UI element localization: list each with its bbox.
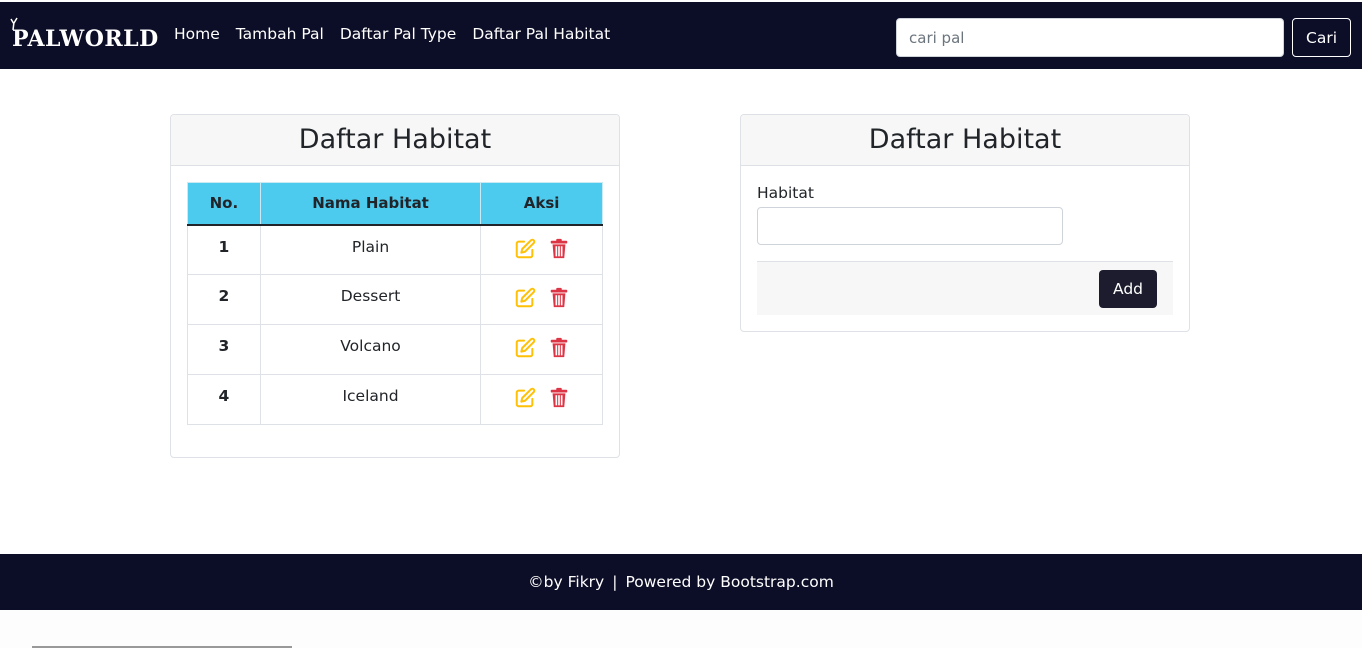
form-footer: Add xyxy=(757,261,1173,315)
table-row: 1 Plain xyxy=(187,224,603,275)
brand-text: PALWORLD xyxy=(12,26,159,52)
row-actions xyxy=(480,374,603,425)
bottom-strip xyxy=(0,610,1362,648)
nav-link-home[interactable]: Home xyxy=(174,25,220,43)
habitat-form-card: Daftar Habitat Habitat Add xyxy=(740,114,1190,332)
footer: ©by Fikry | Powered by Bootstrap.com xyxy=(0,554,1362,610)
table-row: 3 Volcano xyxy=(187,324,603,375)
nav-link-daftar-pal-habitat[interactable]: Daftar Pal Habitat xyxy=(472,25,610,43)
habitat-list-card: Daftar Habitat No. Nama Habitat Aksi 1 P… xyxy=(170,114,620,458)
table-header-row: No. Nama Habitat Aksi xyxy=(187,182,603,226)
row-number: 3 xyxy=(187,324,261,375)
edit-icon[interactable] xyxy=(514,238,536,260)
habitat-input[interactable] xyxy=(757,207,1063,245)
nav-links: Home Tambah Pal Daftar Pal Type Daftar P… xyxy=(174,25,610,43)
edit-icon[interactable] xyxy=(514,387,536,409)
row-number: 2 xyxy=(187,274,261,325)
habitat-field-label: Habitat xyxy=(757,184,814,202)
column-header-aksi: Aksi xyxy=(480,182,603,226)
habitat-list-title: Daftar Habitat xyxy=(171,115,619,166)
table-row: 4 Iceland xyxy=(187,374,603,425)
habitat-name: Iceland xyxy=(259,374,482,425)
trash-icon[interactable] xyxy=(548,387,570,409)
table-row: 2 Dessert xyxy=(187,274,603,325)
edit-icon[interactable] xyxy=(514,287,536,309)
column-header-no: No. xyxy=(187,182,261,226)
trash-icon[interactable] xyxy=(548,287,570,309)
nav-link-tambah-pal[interactable]: Tambah Pal xyxy=(236,25,324,43)
column-header-nama-habitat: Nama Habitat xyxy=(259,182,482,226)
row-number: 4 xyxy=(187,374,261,425)
row-actions xyxy=(480,224,603,275)
search-button[interactable]: Cari xyxy=(1292,18,1351,57)
trash-icon[interactable] xyxy=(548,238,570,260)
search-input[interactable] xyxy=(896,18,1284,57)
footer-powered: Powered by Bootstrap.com xyxy=(625,573,834,591)
habitat-name: Dessert xyxy=(259,274,482,325)
footer-credit: ©by Fikry xyxy=(528,573,605,591)
brand-logo[interactable]: PALWORLD xyxy=(10,17,158,54)
edit-icon[interactable] xyxy=(514,337,536,359)
add-button[interactable]: Add xyxy=(1099,270,1157,308)
habitat-table: No. Nama Habitat Aksi 1 Plain 2 Dessert xyxy=(187,182,603,425)
row-actions xyxy=(480,274,603,325)
row-actions xyxy=(480,324,603,375)
habitat-name: Volcano xyxy=(259,324,482,375)
footer-separator: | xyxy=(612,573,618,591)
habitat-name: Plain xyxy=(259,224,482,275)
row-number: 1 xyxy=(187,224,261,275)
habitat-form-title: Daftar Habitat xyxy=(741,115,1189,166)
nav-link-daftar-pal-type[interactable]: Daftar Pal Type xyxy=(340,25,456,43)
navbar: PALWORLD Home Tambah Pal Daftar Pal Type… xyxy=(0,2,1362,69)
trash-icon[interactable] xyxy=(548,337,570,359)
